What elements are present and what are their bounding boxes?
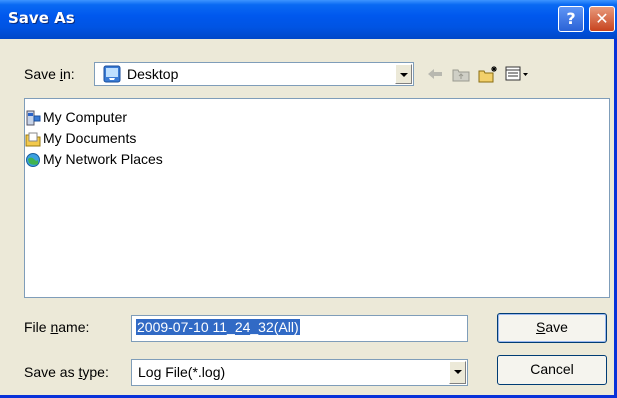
views-menu-icon[interactable] — [505, 65, 531, 83]
save-as-type-value: Log File(*.log) — [138, 364, 226, 380]
save-in-value: Desktop — [127, 66, 179, 82]
dialog-title: Save As — [8, 9, 75, 27]
documents-folder-icon — [25, 132, 41, 147]
save-as-dialog: Save As ? ✕ Save in: Desktop My Computer… — [0, 0, 617, 398]
list-item-label: My Network Places — [43, 151, 163, 167]
save-as-type-dropdown[interactable]: Log File(*.log) — [131, 359, 468, 386]
save-in-label: Save in: — [24, 66, 75, 82]
save-in-dropdown-arrow[interactable] — [395, 64, 412, 84]
computer-icon — [26, 110, 41, 126]
help-button[interactable]: ? — [558, 6, 584, 32]
file-list[interactable]: My Computer My Documents My Network Plac… — [24, 98, 610, 298]
save-in-dropdown[interactable]: Desktop — [94, 62, 414, 86]
title-bar[interactable]: Save As ? ✕ — [0, 0, 617, 39]
file-name-input[interactable]: 2009-07-10 11_24_32(All) — [131, 315, 468, 342]
network-places-icon — [26, 153, 40, 167]
desktop-icon — [103, 65, 121, 83]
cancel-button[interactable]: Cancel — [497, 355, 607, 385]
save-button[interactable]: Save — [497, 313, 607, 343]
close-button[interactable]: ✕ — [589, 6, 615, 32]
save-as-type-dropdown-arrow[interactable] — [449, 361, 466, 384]
file-name-value: 2009-07-10 11_24_32(All) — [136, 319, 300, 335]
back-arrow-icon[interactable] — [426, 65, 444, 83]
list-item-label: My Documents — [43, 130, 137, 146]
save-as-type-label: Save as type: — [24, 364, 109, 380]
file-name-label: File name: — [24, 319, 90, 335]
list-item-label: My Computer — [43, 109, 128, 125]
up-folder-icon[interactable] — [452, 65, 470, 83]
new-folder-icon[interactable] — [478, 65, 498, 83]
